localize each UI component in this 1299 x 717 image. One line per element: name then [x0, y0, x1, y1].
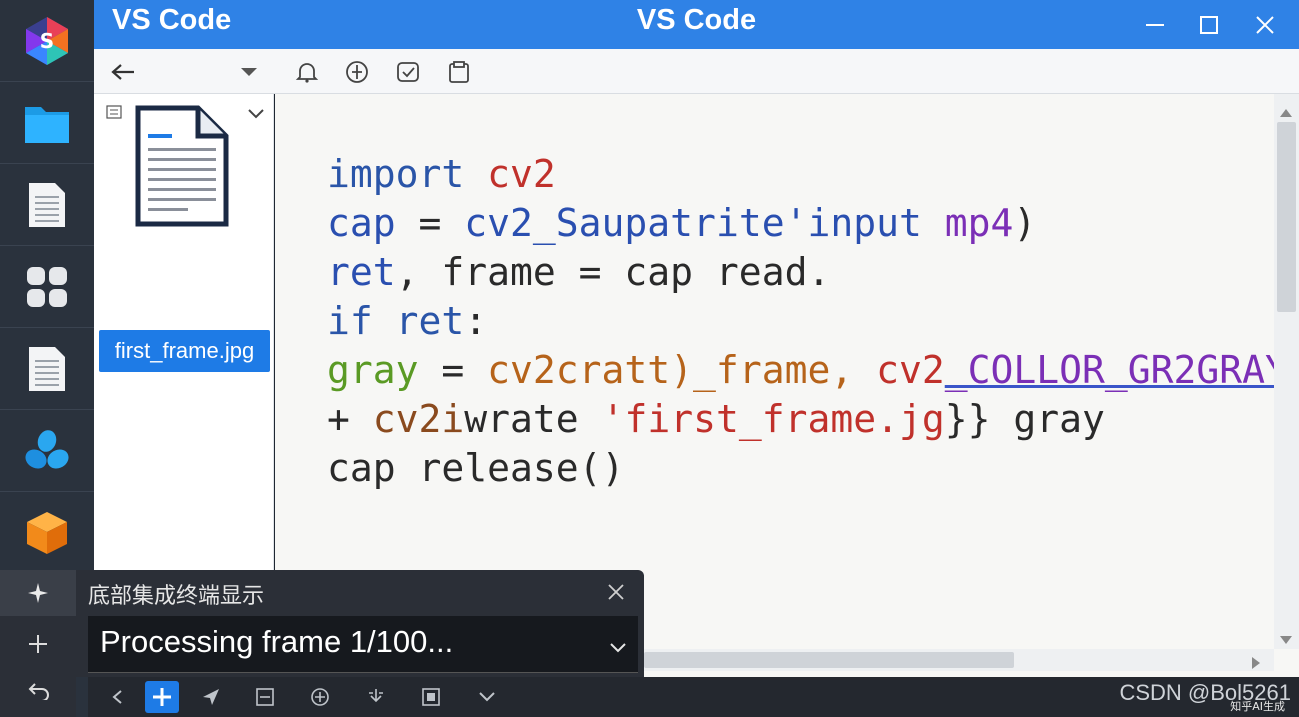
- propeller-icon[interactable]: [0, 410, 94, 492]
- code-line[interactable]: cap = cv2_Saupatrite'input mp4): [327, 199, 1299, 248]
- code-token: gray: [327, 348, 419, 392]
- terminal-toolbar: [88, 677, 1299, 717]
- code-token: if ret: [327, 299, 465, 343]
- horizontal-scrollbar[interactable]: [644, 649, 1274, 671]
- code-token: cv2: [487, 152, 556, 196]
- folder-icon[interactable]: [0, 82, 94, 164]
- watermark-sub: 知乎AI生成: [1230, 700, 1285, 713]
- document-icon[interactable]: [0, 164, 94, 246]
- chevron-left-icon[interactable]: [102, 683, 132, 711]
- code-token: 'first_frame.jg: [601, 397, 945, 441]
- selected-file-label[interactable]: first_frame.jpg: [99, 330, 270, 372]
- close-icon[interactable]: [1250, 10, 1280, 40]
- code-line[interactable]: gray = cv2cratt)_frame, cv2_COLLOR_GR2GR…: [327, 346, 1299, 395]
- code-token: cap release(): [327, 446, 625, 490]
- vertical-scrollbar[interactable]: [1274, 94, 1299, 649]
- checkbox-icon[interactable]: [393, 57, 423, 87]
- code-token: _COLLOR_GR2GRAY: [944, 348, 1288, 392]
- branch-down-icon[interactable]: [361, 683, 391, 711]
- code-token: , frame = cap read.: [395, 250, 831, 294]
- code-token: ): [1013, 201, 1037, 245]
- vertical-scroll-thumb[interactable]: [1277, 122, 1296, 312]
- terminal-title: 底部集成终端显示: [88, 584, 265, 609]
- toolbar: [94, 49, 1299, 94]
- send-icon[interactable]: [196, 683, 226, 711]
- collapse-chevron-icon[interactable]: [248, 104, 264, 123]
- code-token: =: [418, 348, 488, 392]
- clipboard-icon[interactable]: [444, 57, 474, 87]
- code-token: cv2: [876, 348, 945, 392]
- new-tab-plus-icon[interactable]: [145, 681, 179, 713]
- notes-icon[interactable]: [0, 328, 94, 410]
- terminal-output-box[interactable]: Processing frame 1/100...: [88, 616, 638, 673]
- terminal-dropdown-icon[interactable]: [610, 638, 626, 657]
- code-token: import: [327, 152, 488, 196]
- sparkle-icon[interactable]: [0, 570, 76, 616]
- extensions-icon[interactable]: [0, 246, 94, 328]
- window-title: VS Code: [636, 4, 757, 36]
- code-token: cv2_Saupatrite'input: [464, 201, 945, 245]
- maximize-icon[interactable]: [1194, 10, 1224, 40]
- code-token: :: [464, 299, 488, 343]
- expand-chevron-icon[interactable]: [472, 683, 502, 711]
- stop-icon[interactable]: [416, 683, 446, 711]
- image-file-icon[interactable]: [134, 104, 230, 228]
- code-line[interactable]: ret, frame = cap read.: [327, 248, 1299, 297]
- split-panel-icon[interactable]: [250, 683, 280, 711]
- svg-text:S: S: [40, 29, 54, 53]
- terminal-output-text: Processing frame 1/100...: [100, 624, 454, 659]
- scroll-down-icon[interactable]: [1280, 629, 1292, 648]
- scroll-right-icon[interactable]: [1252, 654, 1260, 673]
- back-arrow-icon[interactable]: [108, 57, 138, 87]
- package-box-icon[interactable]: [0, 492, 94, 574]
- terminal-close-icon[interactable]: [608, 584, 624, 604]
- code-token: wrate: [464, 397, 602, 441]
- app-logo-icon[interactable]: S: [0, 0, 94, 82]
- code-line[interactable]: import cv2: [327, 150, 1299, 199]
- horizontal-scroll-thumb[interactable]: [644, 652, 1014, 668]
- minimize-icon[interactable]: [1140, 10, 1170, 40]
- terminal-sidebar: [0, 570, 76, 717]
- undo-icon[interactable]: [28, 682, 50, 704]
- code-token: cv2i: [372, 397, 465, 441]
- code-token: cap: [327, 201, 396, 245]
- code-token: cv2cratt)_frame,: [487, 348, 877, 392]
- title-bar: VS Code VS Code: [94, 0, 1299, 49]
- terminal-panel: 底部集成终端显示 Processing frame 1/100...: [0, 570, 644, 717]
- code-content[interactable]: import cv2 cap = cv2_Saupatrite'input mp4…: [327, 150, 1299, 493]
- code-line[interactable]: + cv2iwrate 'first_frame.jg}} gray: [327, 395, 1299, 444]
- code-token: mp4: [944, 201, 1014, 245]
- code-token: =: [395, 201, 465, 245]
- bell-icon[interactable]: [292, 57, 322, 87]
- code-token: }} gray: [944, 397, 1105, 441]
- compass-icon[interactable]: [342, 57, 372, 87]
- scroll-up-icon[interactable]: [1280, 102, 1292, 121]
- code-line[interactable]: cap release(): [327, 444, 1299, 493]
- chevron-down-icon[interactable]: [234, 57, 264, 87]
- add-terminal-icon[interactable]: [28, 634, 48, 658]
- vscode-window: S VS Code VS Code first_frame.jpg import…: [0, 0, 1299, 717]
- bug-icon[interactable]: [305, 683, 335, 711]
- code-token: +: [327, 397, 373, 441]
- code-line[interactable]: if ret:: [327, 297, 1299, 346]
- list-view-icon[interactable]: [106, 104, 122, 123]
- code-token: ret: [327, 250, 396, 294]
